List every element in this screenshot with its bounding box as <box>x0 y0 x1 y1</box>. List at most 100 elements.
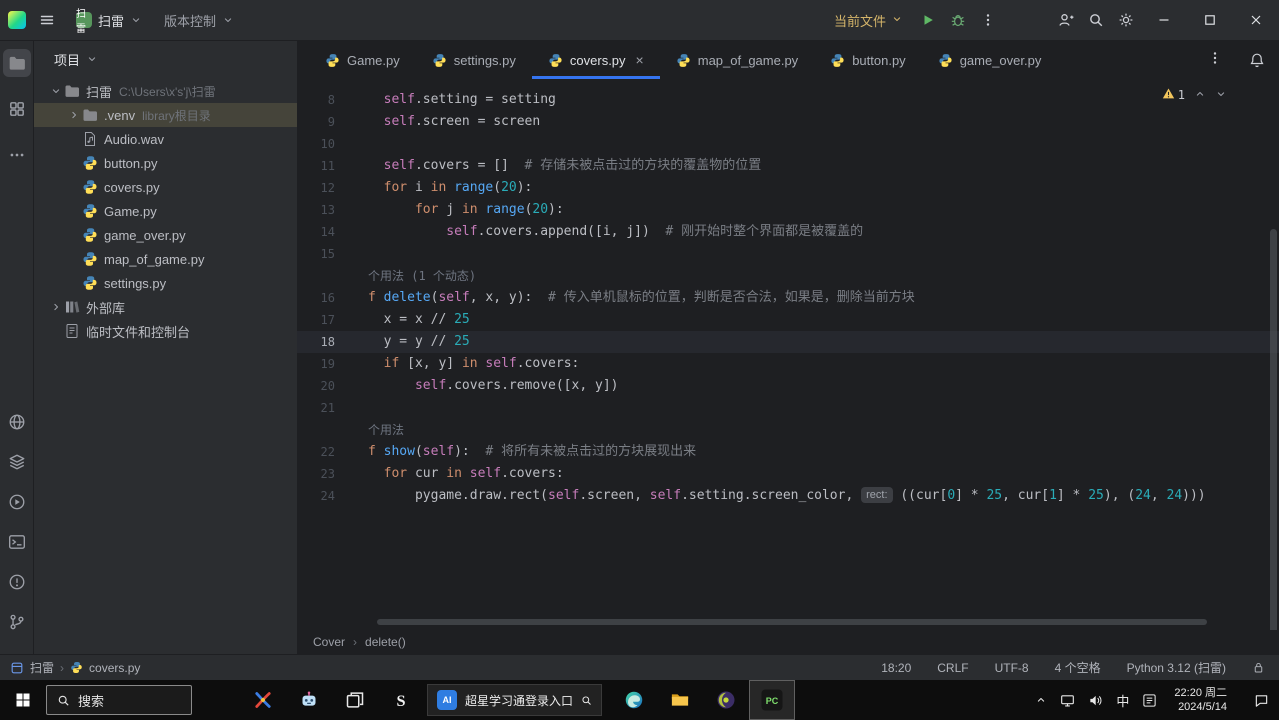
main-menu-hamburger-icon[interactable] <box>32 5 62 35</box>
tree-item-扫雷[interactable]: 扫雷 C:\Users\x's'j\扫雷 <box>34 79 297 103</box>
next-problem-chevron-down-icon[interactable] <box>1215 88 1227 103</box>
file-encoding[interactable]: UTF-8 <box>995 661 1029 675</box>
tool-window-button-terminal[interactable] <box>3 528 31 556</box>
chevron-down-icon[interactable] <box>48 85 64 97</box>
tool-window-button-more[interactable] <box>3 141 31 169</box>
tree-item-settings.py[interactable]: settings.py <box>34 271 297 295</box>
tab-button.py[interactable]: button.py <box>814 41 922 79</box>
code-line[interactable]: 16 f delete(self, x, y): # 传入单机鼠标的位置，判断是否… <box>297 287 1279 309</box>
tab-options-kebab-icon[interactable] <box>1207 50 1223 71</box>
code-line[interactable]: 8 self.setting = setting <box>297 89 1279 111</box>
breadcrumb-item[interactable]: Cover <box>313 635 345 649</box>
tool-window-button-problems[interactable] <box>3 568 31 596</box>
tree-item-game_over.py[interactable]: game_over.py <box>34 223 297 247</box>
prev-problem-chevron-up-icon[interactable] <box>1194 88 1206 103</box>
code-line[interactable]: 10 <box>297 133 1279 155</box>
code-line[interactable]: 12 for i in range(20): <box>297 177 1279 199</box>
code-line[interactable]: 9 self.screen = screen <box>297 111 1279 133</box>
code-line[interactable]: 22 f show(self): # 将所有未被点击过的方块展现出来 <box>297 441 1279 463</box>
code-line[interactable]: 20 self.covers.remove([x, y]) <box>297 375 1279 397</box>
status-file-name[interactable]: covers.py <box>89 661 140 675</box>
code-usage-hint-row[interactable]: 个用法 (1 个动态) <box>297 265 1279 287</box>
breadcrumb-item[interactable]: delete() <box>365 635 406 649</box>
indent-setting[interactable]: 4 个空格 <box>1055 659 1101 676</box>
pinned-app-button[interactable]: AI 超星学习通登录入口 <box>427 684 603 716</box>
code-line[interactable]: 21 <box>297 397 1279 419</box>
code-line[interactable]: 11 self.covers = [] # 存储未被点击过的方块的覆盖物的位置 <box>297 155 1279 177</box>
tab-close-icon[interactable]: × <box>636 53 644 67</box>
more-actions-kebab-icon[interactable] <box>973 5 1003 35</box>
code-line[interactable]: 24 pygame.draw.rect(self.screen, self.se… <box>297 485 1279 507</box>
tree-item-Game.py[interactable]: Game.py <box>34 199 297 223</box>
pycharm-taskbar-icon[interactable]: PC <box>749 680 796 720</box>
tool-window-button-packages[interactable] <box>3 408 31 436</box>
code-usage-hint-row[interactable]: 个用法 <box>297 419 1279 441</box>
ime-grid-icon[interactable] <box>1142 693 1157 708</box>
vcs-selector[interactable]: 版本控制 <box>156 7 242 34</box>
tray-chevron-up-icon[interactable] <box>1035 694 1047 706</box>
code-line[interactable]: 23 for cur in self.covers: <box>297 463 1279 485</box>
tool-window-button-project[interactable] <box>2 49 31 77</box>
line-ending[interactable]: CRLF <box>937 661 968 675</box>
code-line[interactable]: 14 self.covers.append([i, j]) # 刚开始时整个界面… <box>297 221 1279 243</box>
assistant-taskbar-icon[interactable] <box>286 680 332 720</box>
tree-item-.venv[interactable]: .venv library根目录 <box>34 103 297 127</box>
code-line[interactable]: 19 if [x, y] in self.covers: <box>297 353 1279 375</box>
code-editor[interactable]: 8 self.setting = setting 9 self.screen = … <box>297 79 1279 630</box>
run-button[interactable] <box>913 5 943 35</box>
tool-window-button-run[interactable] <box>3 488 31 516</box>
network-icon[interactable] <box>1060 693 1075 708</box>
volume-icon[interactable] <box>1088 693 1103 708</box>
tab-covers.py[interactable]: covers.py × <box>531 41 660 79</box>
explorer-taskbar-icon[interactable] <box>657 680 703 720</box>
edge-taskbar-icon[interactable] <box>611 680 657 720</box>
tab-Game.py[interactable]: Game.py <box>309 41 416 79</box>
paint-taskbar-icon[interactable] <box>240 680 286 720</box>
status-project-name[interactable]: 扫雷 <box>30 659 54 676</box>
tree-item-Audio.wav[interactable]: Audio.wav <box>34 127 297 151</box>
task-view-taskbar-icon[interactable] <box>332 680 378 720</box>
tab-game_over.py[interactable]: game_over.py <box>922 41 1058 79</box>
inspections-widget[interactable]: 1 <box>1162 87 1227 103</box>
tree-item-button.py[interactable]: button.py <box>34 151 297 175</box>
project-widget-icon[interactable] <box>10 661 24 675</box>
tool-window-button-structure[interactable] <box>3 95 31 123</box>
vertical-scrollbar[interactable] <box>1270 229 1277 630</box>
windows-start-button[interactable] <box>0 680 46 720</box>
tool-window-button-services[interactable] <box>3 448 31 476</box>
eclipse-taskbar-icon[interactable] <box>703 680 749 720</box>
caret-position[interactable]: 18:20 <box>881 661 911 675</box>
debug-button[interactable] <box>943 5 973 35</box>
window-minimize-button[interactable] <box>1141 0 1187 40</box>
code-with-me-user-icon[interactable] <box>1051 5 1081 35</box>
tree-item-map_of_game.py[interactable]: map_of_game.py <box>34 247 297 271</box>
notifications-bell-icon[interactable] <box>1249 52 1265 68</box>
tool-window-button-version-control[interactable] <box>3 608 31 636</box>
run-configuration-selector[interactable]: 当前文件 <box>834 11 903 30</box>
tab-settings.py[interactable]: settings.py <box>416 41 532 79</box>
tree-item-covers.py[interactable]: covers.py <box>34 175 297 199</box>
code-line[interactable]: 18 y = y // 25 <box>297 331 1279 353</box>
tree-item-外部库[interactable]: 外部库 <box>34 295 297 319</box>
taskbar-clock[interactable]: 22:20 周二 2024/5/14 <box>1174 686 1227 714</box>
code-line[interactable]: 13 for j in range(20): <box>297 199 1279 221</box>
code-line[interactable]: 15 <box>297 243 1279 265</box>
s-logo-taskbar-icon[interactable]: S <box>378 680 424 720</box>
search-everywhere-icon[interactable] <box>1081 5 1111 35</box>
chevron-right-icon[interactable] <box>48 301 64 313</box>
code-line[interactable]: 17 x = x // 25 <box>297 309 1279 331</box>
tree-item-临时文件和控制台[interactable]: 临时文件和控制台 <box>34 319 297 343</box>
ime-language-indicator[interactable]: 中 <box>1116 691 1129 710</box>
settings-gear-icon[interactable] <box>1111 5 1141 35</box>
tab-map_of_game.py[interactable]: map_of_game.py <box>660 41 814 79</box>
taskbar-search-box[interactable]: 搜索 <box>46 685 192 715</box>
action-center-icon[interactable] <box>1254 693 1269 708</box>
chevron-right-icon[interactable] <box>66 109 82 121</box>
python-interpreter[interactable]: Python 3.12 (扫雷) <box>1127 659 1226 676</box>
project-panel-header[interactable]: 项目 <box>34 41 297 77</box>
horizontal-scrollbar[interactable] <box>377 619 1207 625</box>
window-maximize-button[interactable] <box>1187 0 1233 40</box>
window-close-button[interactable] <box>1233 0 1279 40</box>
file-lock-icon[interactable] <box>1252 661 1265 674</box>
project-selector[interactable]: 扫雷 扫雷 <box>68 7 150 35</box>
